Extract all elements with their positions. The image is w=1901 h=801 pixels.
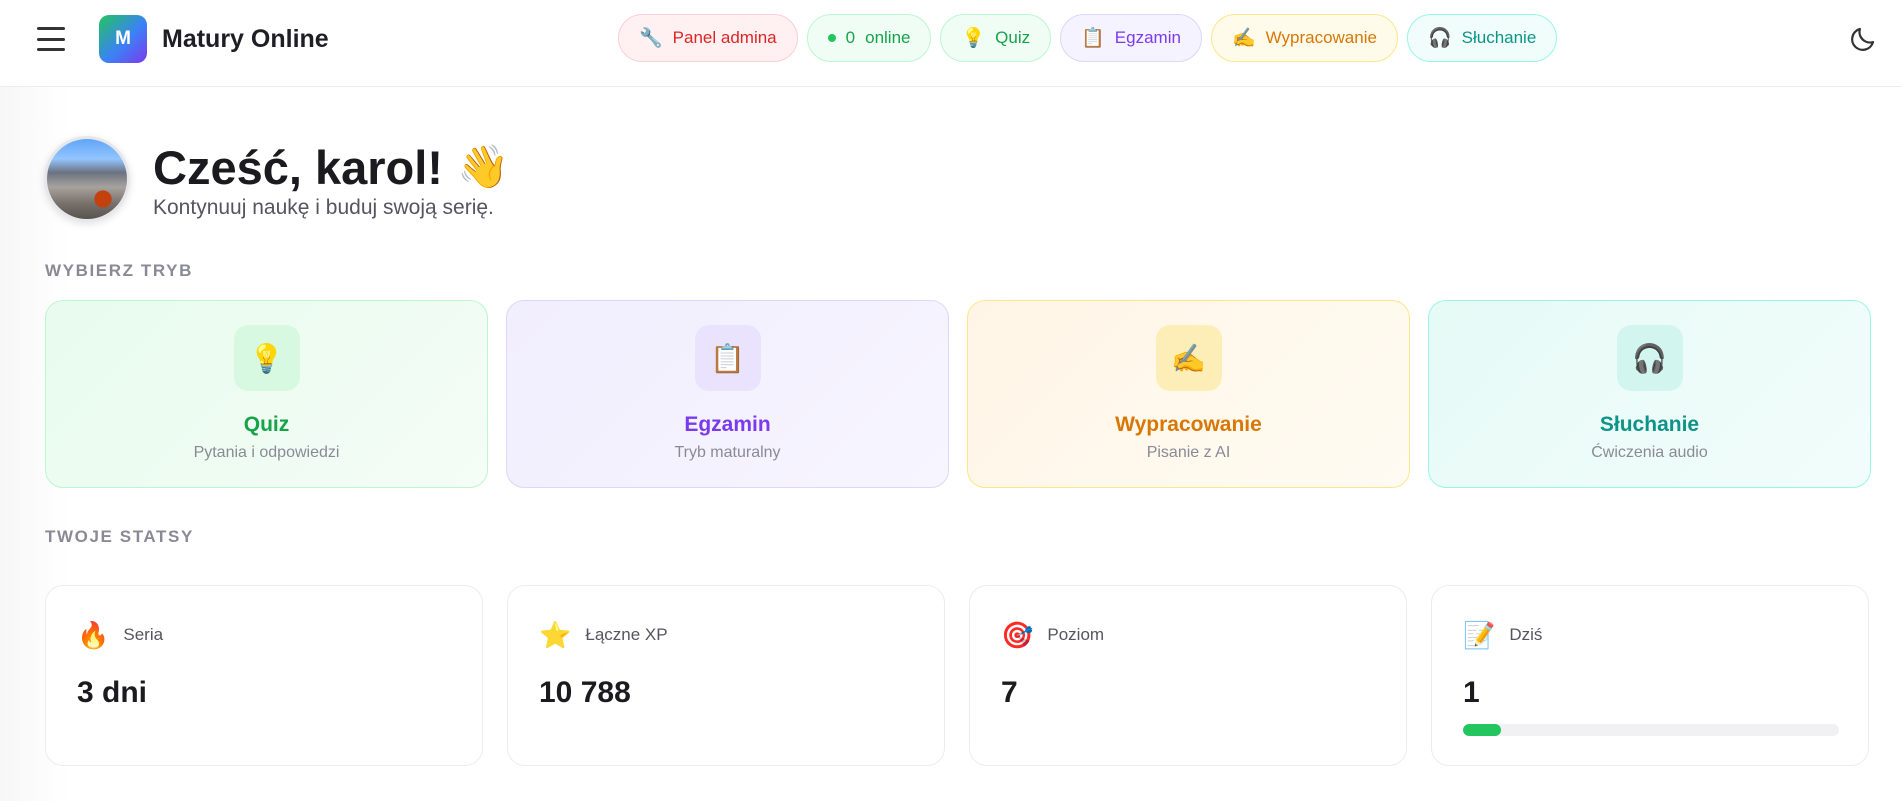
stat-card-streak: 🔥 Seria 3 dni — [45, 585, 483, 766]
stats-section-label: TWOJE STATSY — [45, 527, 194, 546]
fire-icon: 🔥 — [77, 620, 110, 650]
stat-header: ⭐ Łączne XP — [539, 622, 668, 648]
daily-progress-bar — [1463, 724, 1839, 736]
stat-value: 3 dni — [77, 676, 148, 709]
writing-hand-icon: ✍️ — [1231, 27, 1256, 49]
stat-label: Poziom — [1047, 625, 1105, 644]
headphones-icon: 🎧 — [1616, 325, 1683, 391]
mode-card-quiz[interactable]: 💡 Quiz Pytania i odpowiedzi — [45, 300, 488, 488]
mode-subtitle: Ćwiczenia audio — [1591, 444, 1708, 461]
online-label: online — [865, 28, 911, 47]
menu-line — [37, 48, 65, 51]
top-bar: M Matury Online 🔧 Panel admina 0 online … — [0, 0, 1901, 87]
nav-quiz-label: Quiz — [995, 28, 1031, 47]
modes-section-label: WYBIERZ TRYB — [45, 261, 193, 280]
admin-panel-label: Panel admina — [672, 28, 777, 47]
mode-title: Słuchanie — [1599, 413, 1700, 436]
nav-sluchanie-label: Słuchanie — [1461, 28, 1537, 47]
greeting-heading: Cześć, karol! 👋 — [153, 140, 509, 195]
memo-icon: 📝 — [1463, 620, 1496, 650]
daily-progress-fill — [1463, 724, 1501, 736]
stat-label: Seria — [123, 625, 164, 644]
stat-label: Łączne XP — [585, 625, 668, 644]
stat-card-level: 🎯 Poziom 7 — [969, 585, 1407, 766]
waving-hand-icon: 👋 — [456, 143, 510, 190]
writing-hand-icon: ✍️ — [1155, 325, 1222, 391]
clipboard-icon: 📋 — [694, 325, 761, 391]
app-logo[interactable]: M — [99, 15, 147, 63]
nav-sluchanie[interactable]: 🎧 Słuchanie — [1406, 14, 1558, 62]
mode-title: Quiz — [243, 413, 290, 436]
app-title[interactable]: Matury Online — [162, 25, 329, 54]
stat-cards: 🔥 Seria 3 dni ⭐ Łączne XP 10 788 🎯 Pozio… — [45, 585, 1869, 766]
stat-card-today: 📝 Dziś 1 — [1431, 585, 1869, 766]
clipboard-icon: 📋 — [1081, 27, 1105, 49]
theme-toggle-button[interactable] — [1848, 24, 1878, 54]
mode-cards: 💡 Quiz Pytania i odpowiedzi 📋 Egzamin Tr… — [45, 300, 1871, 488]
nav-egzamin[interactable]: 📋 Egzamin — [1060, 14, 1202, 62]
wrench-icon: 🔧 — [639, 27, 663, 49]
nav-egzamin-label: Egzamin — [1114, 28, 1181, 47]
mode-title: Wypracowanie — [1115, 413, 1262, 436]
stat-value: 10 788 — [539, 676, 631, 709]
mode-card-sluchanie[interactable]: 🎧 Słuchanie Ćwiczenia audio — [1428, 300, 1871, 488]
stat-header: 📝 Dziś — [1463, 622, 1542, 648]
stat-label: Dziś — [1509, 625, 1543, 644]
user-avatar[interactable] — [44, 136, 130, 222]
top-nav: 🔧 Panel admina 0 online 💡 Quiz 📋 Egzamin… — [618, 14, 1558, 62]
hamburger-menu-icon[interactable] — [36, 24, 66, 54]
online-users-badge[interactable]: 0 online — [806, 14, 932, 62]
greeting-subtitle: Kontynuuj naukę i buduj swoją serię. — [153, 196, 494, 219]
greeting-text: Cześć, karol! — [153, 141, 443, 194]
mode-subtitle: Tryb maturalny — [674, 444, 781, 461]
star-icon: ⭐ — [539, 620, 572, 650]
stat-header: 🎯 Poziom — [1001, 622, 1104, 648]
admin-panel-button[interactable]: 🔧 Panel admina — [618, 14, 798, 62]
nav-quiz[interactable]: 💡 Quiz — [940, 14, 1052, 62]
target-icon: 🎯 — [1001, 620, 1034, 650]
menu-line — [37, 37, 65, 41]
stat-card-xp: ⭐ Łączne XP 10 788 — [507, 585, 945, 766]
menu-line — [37, 27, 65, 30]
online-count: 0 — [845, 28, 856, 47]
headphones-icon: 🎧 — [1427, 27, 1452, 49]
nav-wypracowanie-label: Wypracowanie — [1265, 28, 1377, 47]
mode-card-wypracowanie[interactable]: ✍️ Wypracowanie Pisanie z AI — [967, 300, 1410, 488]
online-status-dot — [827, 34, 836, 42]
lightbulb-icon: 💡 — [233, 325, 300, 391]
mode-subtitle: Pytania i odpowiedzi — [193, 444, 340, 461]
mode-card-egzamin[interactable]: 📋 Egzamin Tryb maturalny — [506, 300, 949, 488]
stat-value: 7 — [1001, 676, 1018, 709]
stat-value: 1 — [1463, 676, 1480, 709]
stat-header: 🔥 Seria — [77, 622, 163, 648]
lightbulb-icon: 💡 — [961, 27, 986, 49]
moon-icon — [1851, 27, 1875, 51]
nav-wypracowanie[interactable]: ✍️ Wypracowanie — [1210, 14, 1398, 62]
mode-title: Egzamin — [684, 413, 771, 436]
mode-subtitle: Pisanie z AI — [1146, 444, 1231, 461]
